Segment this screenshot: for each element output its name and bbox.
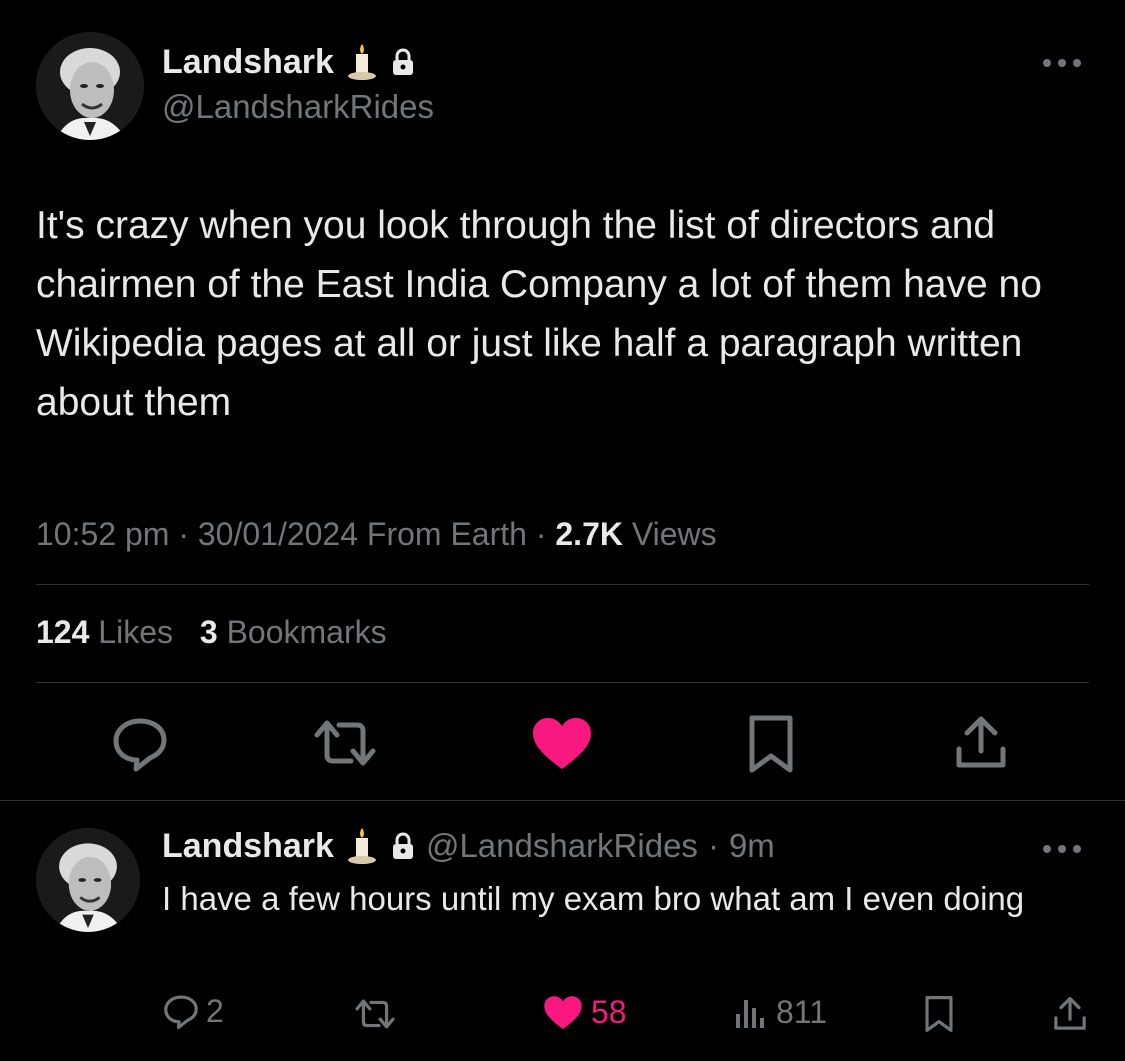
tweet-time[interactable]: 10:52 pm (36, 516, 169, 552)
author-handle[interactable]: @LandsharkRides (162, 88, 434, 126)
more-icon[interactable] (1040, 56, 1084, 70)
heart-icon[interactable] (531, 717, 593, 771)
divider (36, 584, 1089, 585)
likes-count: 124 (36, 614, 90, 650)
divider (36, 682, 1089, 683)
reply-author-name[interactable]: Landshark (162, 827, 334, 866)
reply-text: I have a few hours until my exam bro wha… (162, 880, 1025, 917)
separator: · (707, 827, 719, 864)
separator: · (535, 516, 547, 552)
bookmarks-stat[interactable]: 3 Bookmarks (200, 614, 387, 650)
share-icon[interactable] (1052, 994, 1088, 1034)
bookmark-icon[interactable] (922, 994, 956, 1034)
reply-count: 2 (206, 992, 224, 1029)
divider (0, 800, 1125, 801)
lock-icon (390, 48, 416, 76)
reply-time[interactable]: 9m (729, 827, 775, 865)
retweet-icon[interactable] (354, 996, 396, 1032)
retweet-icon[interactable] (313, 715, 377, 771)
reply-views-button[interactable]: 811 (734, 994, 827, 1031)
views-count: 811 (776, 994, 828, 1030)
views-count: 2.7K (555, 516, 623, 552)
reply-reply-button[interactable]: 2 (162, 992, 224, 1030)
candle-emoji-icon (344, 42, 380, 82)
reply-avatar[interactable] (36, 828, 140, 932)
tweet-text: It's crazy when you look through the lis… (36, 204, 1042, 424)
bookmarks-count: 3 (199, 614, 218, 650)
tweet-stats: 124 Likes 3 Bookmarks (36, 614, 387, 651)
views-icon (734, 996, 768, 1030)
reply-icon (162, 992, 200, 1030)
share-icon[interactable] (953, 713, 1009, 773)
bookmarks-label: Bookmarks (226, 614, 387, 650)
like-count: 58 (591, 994, 627, 1030)
tweet-source: From Earth (366, 516, 527, 552)
tweet-date[interactable]: 30/01/2024 (198, 516, 358, 552)
heart-icon (543, 995, 583, 1031)
author-name[interactable]: Landshark (162, 43, 334, 82)
bookmark-icon[interactable] (744, 713, 798, 775)
reply-author-handle[interactable]: @LandsharkRides (426, 827, 698, 865)
reply-header: Landshark @LandsharkRides · 9m (162, 826, 775, 866)
candle-emoji-icon (344, 826, 380, 866)
views-label: Views (631, 516, 717, 552)
reply-like-button[interactable]: 58 (543, 994, 627, 1031)
reply-more-icon[interactable] (1040, 842, 1084, 856)
likes-label: Likes (98, 614, 173, 650)
lock-icon (390, 832, 416, 860)
avatar[interactable] (36, 32, 144, 140)
tweet-meta: 10:52 pm · 30/01/2024 From Earth · 2.7K … (36, 516, 717, 553)
separator: · (178, 516, 189, 552)
likes-stat[interactable]: 124 Likes (36, 614, 182, 650)
reply-icon[interactable] (110, 713, 170, 773)
